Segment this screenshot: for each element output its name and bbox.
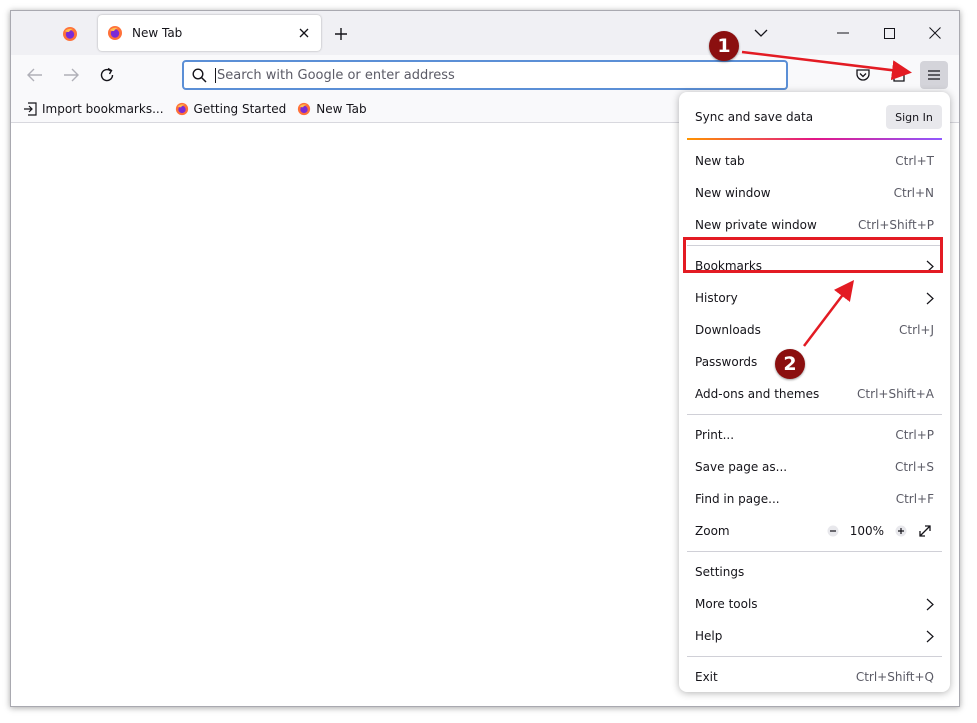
annotation-arrows (741, 50, 912, 347)
step-badge-2: 2 (775, 349, 805, 379)
step-badge-1: 1 (709, 31, 739, 61)
arrow-to-bookmarks (803, 280, 855, 347)
arrow-to-menu-button (741, 50, 912, 81)
